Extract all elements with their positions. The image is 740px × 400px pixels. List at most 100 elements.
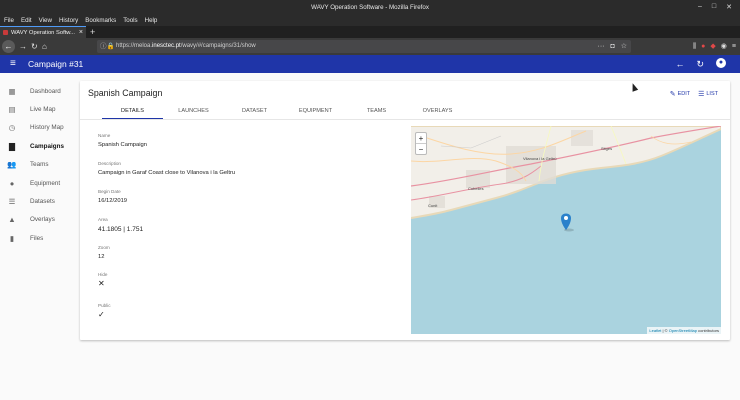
menu-bookmarks[interactable]: Bookmarks xyxy=(85,15,116,26)
forward-icon[interactable]: → xyxy=(19,40,27,53)
field-value: 16/12/2019 xyxy=(98,198,128,204)
menu-edit[interactable]: Edit xyxy=(21,15,32,26)
sidebar-item-label: Teams xyxy=(30,161,49,169)
edit-button[interactable]: ✎ EDIT xyxy=(670,90,690,98)
minimize-icon[interactable]: – xyxy=(698,3,702,11)
url-bar[interactable]: ⓘ🔒 https://meloa.inesctec.pt/wavy/#/camp… xyxy=(97,40,631,53)
sidebar-item-equipment[interactable]: ● Equipment xyxy=(0,174,78,192)
extension-icon[interactable]: ◉ xyxy=(721,40,727,53)
sidebar: ▦ Dashboard ▤ Live Map ◷ History Map ▇ C… xyxy=(0,82,78,248)
sidebar-item-files[interactable]: ▮ Files xyxy=(0,229,78,247)
equipment-icon: ● xyxy=(9,178,15,188)
close-tab-icon[interactable]: × xyxy=(79,29,83,36)
extension-icon[interactable]: ◆ xyxy=(710,40,715,53)
field-label: Zoom xyxy=(98,245,110,250)
leaflet-link[interactable]: Leaflet xyxy=(649,328,661,333)
tab-details[interactable]: DETAILS xyxy=(102,105,163,119)
pencil-icon: ✎ xyxy=(669,91,676,98)
home-icon[interactable]: ⌂ xyxy=(42,40,47,53)
refresh-icon[interactable]: ↻ xyxy=(696,58,704,70)
hamburger-menu-icon[interactable]: ≡ xyxy=(732,40,736,53)
history-icon: ◷ xyxy=(8,123,16,133)
bookmark-star-icon[interactable]: ☆ xyxy=(621,40,627,53)
menu-icon[interactable]: ≡ xyxy=(10,58,16,70)
zoom-out-button[interactable]: − xyxy=(416,144,426,155)
menu-tools[interactable]: Tools xyxy=(123,15,137,26)
extension-icon[interactable]: ● xyxy=(701,40,705,53)
map-icon: ▤ xyxy=(8,105,16,115)
tab-dataset[interactable]: DATASET xyxy=(224,105,285,119)
sidebar-item-overlays[interactable]: ▲ Overlays xyxy=(0,211,78,229)
reload-icon[interactable]: ↻ xyxy=(31,40,38,53)
sidebar-item-label: Equipment xyxy=(30,179,61,187)
menu-help[interactable]: Help xyxy=(145,15,158,26)
pocket-icon[interactable]: ◘ xyxy=(610,40,614,53)
back-arrow-icon[interactable]: ← xyxy=(675,58,684,70)
sidebar-item-datasets[interactable]: ☰ Datasets xyxy=(0,192,78,210)
field-label: Hide xyxy=(98,272,108,277)
sidebar-item-label: Campaigns xyxy=(30,142,64,150)
browser-tab[interactable]: WAVY Operation Softw... × xyxy=(0,26,86,38)
list-button[interactable]: ☰ LIST xyxy=(698,90,718,98)
map-zoom-control: + − xyxy=(415,132,427,155)
file-icon: ▮ xyxy=(9,233,15,243)
menu-file[interactable]: File xyxy=(4,15,14,26)
sidebar-item-campaigns[interactable]: ▇ Campaigns xyxy=(0,137,78,155)
field-label: Name xyxy=(98,133,111,138)
library-icon[interactable]: ⫼ xyxy=(693,40,696,53)
tab-overlays[interactable]: OVERLAYS xyxy=(407,105,468,119)
campaign-card: Spanish Campaign ✎ EDIT ☰ LIST DETAILS L… xyxy=(80,81,730,340)
window-titlebar: WAVY Operation Software - Mozilla Firefo… xyxy=(0,0,740,15)
sidebar-item-history-map[interactable]: ◷ History Map xyxy=(0,119,78,137)
sidebar-item-teams[interactable]: 👥 Teams xyxy=(0,156,78,174)
maximize-icon[interactable]: □ xyxy=(712,3,716,11)
field-value: 12 xyxy=(98,254,105,260)
app-bar: ≡ Campaign #31 ← ↻ ● xyxy=(0,55,740,73)
menubar: File Edit View History Bookmarks Tools H… xyxy=(0,15,740,26)
field-value: Spanish Campaign xyxy=(98,142,147,148)
url-text[interactable]: https://meloa.inesctec.pt/wavy/#/campaig… xyxy=(116,40,256,53)
close-window-icon[interactable]: ✕ xyxy=(726,3,732,11)
map-label-cubelles: Cubelles xyxy=(468,186,484,191)
field-area: Area 41.1805 | 1.751 xyxy=(98,217,143,233)
tab-equipment[interactable]: EQUIPMENT xyxy=(285,105,346,119)
window-title: WAVY Operation Software - Mozilla Firefo… xyxy=(311,4,429,11)
true-check-icon: ✓ xyxy=(98,310,105,319)
people-icon: 👥 xyxy=(7,160,17,170)
field-description: Description Campaign in Garaf Coast clos… xyxy=(98,161,235,176)
sidebar-item-live-map[interactable]: ▤ Live Map xyxy=(0,100,78,118)
navigation-toolbar: ← → ↻ ⌂ ⓘ🔒 https://meloa.inesctec.pt/wav… xyxy=(0,38,740,55)
map-attribution: Leaflet | © OpenStreetMap contributors xyxy=(647,327,721,334)
campaign-title: Spanish Campaign xyxy=(88,88,163,98)
map-label-vilanova: Vilanova i la Geltrú xyxy=(523,156,557,161)
campaign-map[interactable]: Vilanova i la Geltrú Cubelles Cunit Sitg… xyxy=(411,126,721,334)
field-hide: Hide ✕ xyxy=(98,272,107,288)
sidebar-item-label: Files xyxy=(30,234,44,242)
tab-teams[interactable]: TEAMS xyxy=(346,105,407,119)
sidebar-item-label: Dashboard xyxy=(30,87,61,95)
page-actions-icon[interactable]: ··· xyxy=(597,40,604,53)
field-value: Campaign in Garaf Coast close to Vilanov… xyxy=(98,170,236,176)
list-icon: ☰ xyxy=(8,197,16,207)
sidebar-item-dashboard[interactable]: ▦ Dashboard xyxy=(0,82,78,100)
osm-link[interactable]: OpenStreetMap xyxy=(669,328,697,333)
tab-title: WAVY Operation Softw... xyxy=(11,29,76,36)
back-icon[interactable]: ← xyxy=(2,40,15,53)
tab-launches[interactable]: LAUNCHES xyxy=(163,105,224,119)
menu-history[interactable]: History xyxy=(59,15,78,26)
account-icon[interactable]: ● xyxy=(716,58,726,68)
lock-icon[interactable]: ⓘ🔒 xyxy=(100,40,115,53)
campaign-tabs: DETAILS LAUNCHES DATASET EQUIPMENT TEAMS… xyxy=(102,105,468,119)
field-zoom: Zoom 12 xyxy=(98,245,110,260)
map-label-cunit: Cunit xyxy=(428,203,438,208)
field-label: Public xyxy=(98,303,111,308)
favicon-icon xyxy=(3,30,8,35)
zoom-in-button[interactable]: + xyxy=(416,133,426,144)
layers-icon: ▲ xyxy=(8,215,16,225)
list-icon: ☰ xyxy=(698,91,705,98)
map-marker-icon[interactable] xyxy=(559,210,573,232)
new-tab-icon[interactable]: + xyxy=(90,26,95,38)
menu-view[interactable]: View xyxy=(39,15,52,26)
page-title: Campaign #31 xyxy=(28,59,84,69)
tabs-divider xyxy=(80,119,730,120)
